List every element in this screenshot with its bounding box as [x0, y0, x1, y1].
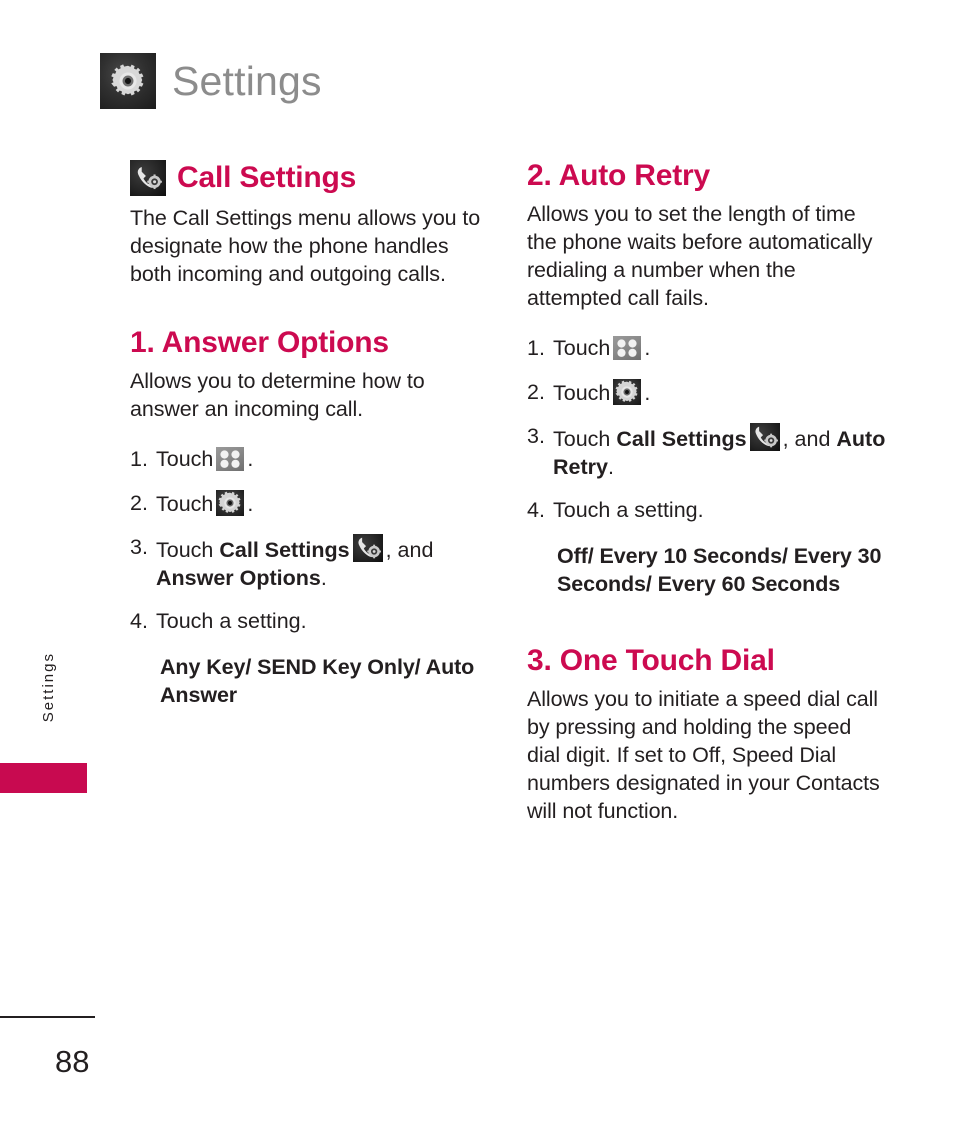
auto-retry-values: Off/ Every 10 Seconds/ Every 30 Seconds/…	[557, 543, 882, 596]
step-verb: Touch	[553, 380, 611, 405]
step-verb: Touch	[553, 336, 611, 361]
list-item: 1. Touch.	[130, 446, 490, 474]
left-column: Call Settings The Call Settings menu all…	[130, 160, 490, 710]
one-touch-dial-heading: 3. One Touch Dial	[527, 643, 775, 677]
step-text: Touch a setting.	[553, 498, 704, 523]
step-number: 2.	[527, 379, 545, 404]
list-item: 4. Touch a setting.	[130, 608, 490, 636]
step-verb: Touch	[156, 447, 214, 472]
step-connector: , and	[782, 427, 831, 452]
step-punctuation: .	[607, 454, 614, 479]
answer-options-heading: 1. Answer Options	[130, 325, 389, 359]
list-item: 2. Touch.	[130, 489, 490, 519]
step-text: Touch Call Settings , and Answer Options.	[156, 534, 490, 592]
step-text: Touch Call Settings, and Auto Retry.	[553, 423, 887, 481]
menu-grid-icon	[613, 336, 642, 361]
answer-options-steps: 1. Touch. 2. Touch. 3. Touch Call Settin…	[130, 446, 490, 636]
step-number: 3.	[130, 535, 148, 560]
step-bold-target-2: Answer Options	[156, 565, 321, 590]
list-item: 4. Touch a setting.	[527, 497, 887, 525]
step-number: 1.	[130, 447, 148, 472]
step-number: 1.	[527, 336, 545, 361]
list-item: 1. Touch.	[527, 335, 887, 363]
call-settings-body: The Call Settings menu allows you to des…	[130, 206, 481, 286]
step-text: Touch.	[553, 378, 887, 408]
answer-options-values: Any Key/ SEND Key Only/ Auto Answer	[160, 654, 475, 707]
auto-retry-body: Allows you to set the length of time the…	[527, 202, 873, 311]
step-punctuation: .	[247, 447, 254, 472]
page-title: Settings	[172, 57, 322, 104]
step-text: Touch.	[156, 489, 490, 519]
step-number: 4.	[527, 498, 545, 523]
gear-icon	[216, 489, 245, 516]
list-item: 3. Touch Call Settings, and Auto Retry.	[527, 423, 887, 481]
page-number: 88	[55, 1044, 90, 1079]
gear-icon	[100, 53, 156, 109]
page-header: Settings	[100, 53, 322, 109]
step-punctuation: .	[320, 565, 327, 590]
auto-retry-steps: 1. Touch. 2. Touch. 3. Touch Call Settin…	[527, 335, 887, 525]
list-item: 3. Touch Call Settings , and Answer Optio…	[130, 534, 490, 592]
right-column: 2. Auto Retry Allows you to set the leng…	[527, 159, 887, 826]
auto-retry-heading: 2. Auto Retry	[527, 159, 710, 192]
step-text: Touch.	[156, 446, 490, 474]
call-settings-icon	[352, 534, 383, 563]
answer-options-body: Allows you to determine how to answer an…	[130, 369, 425, 422]
call-settings-heading: Call Settings	[130, 160, 490, 196]
gear-icon	[613, 378, 642, 405]
step-text: Touch a setting.	[156, 609, 307, 634]
footer-divider	[0, 1016, 95, 1018]
call-settings-title: Call Settings	[177, 160, 357, 194]
step-punctuation: .	[644, 336, 651, 361]
step-punctuation: .	[644, 380, 651, 405]
side-tab-marker	[0, 763, 87, 793]
call-settings-icon	[130, 160, 166, 196]
call-settings-icon	[749, 423, 780, 452]
menu-grid-icon	[216, 447, 245, 472]
step-verb: Touch	[156, 538, 214, 563]
step-verb: Touch	[553, 427, 611, 452]
step-number: 2.	[130, 490, 148, 515]
list-item: 2. Touch.	[527, 378, 887, 408]
step-punctuation: .	[247, 491, 254, 516]
step-connector: , and	[385, 538, 434, 563]
step-bold-target: Call Settings	[616, 427, 747, 452]
step-verb: Touch	[156, 491, 214, 516]
step-text: Touch.	[553, 335, 887, 363]
step-bold-target: Call Settings	[219, 538, 350, 563]
side-tab-label: Settings	[40, 652, 57, 723]
step-number: 3.	[527, 424, 545, 449]
step-number: 4.	[130, 609, 148, 634]
one-touch-dial-body: Allows you to initiate a speed dial call…	[527, 686, 880, 823]
